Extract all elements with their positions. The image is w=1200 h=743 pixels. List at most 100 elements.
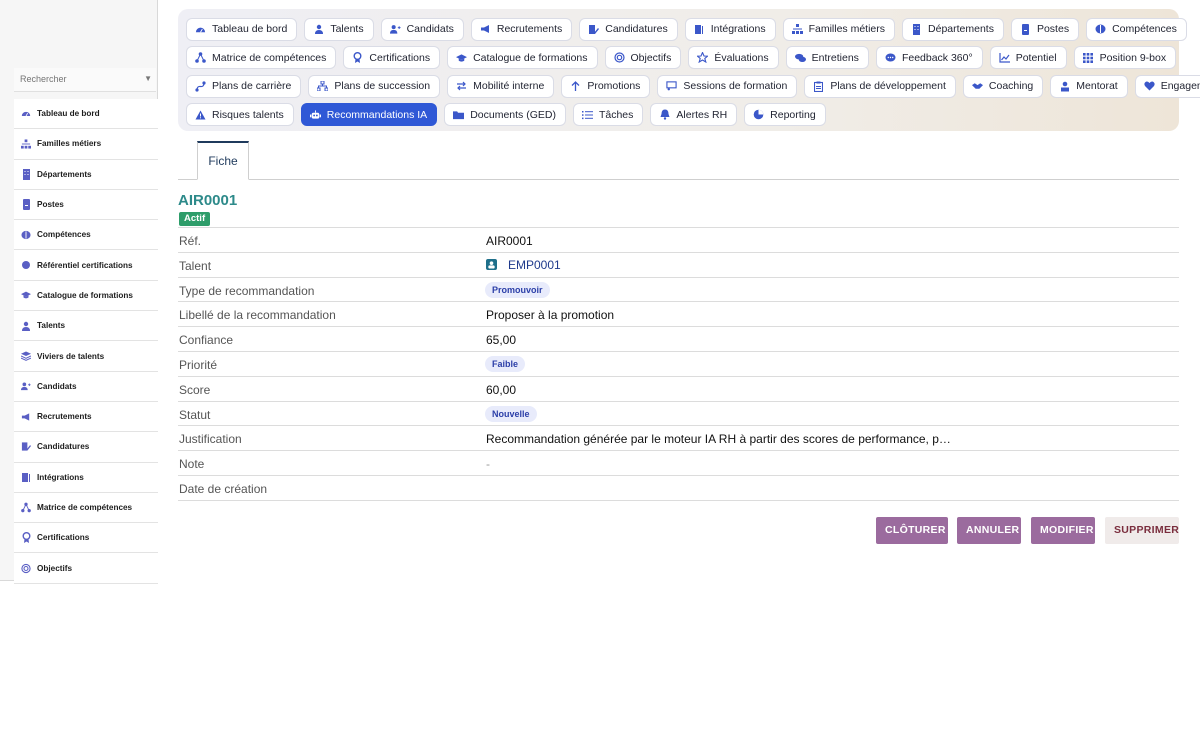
megaphone-icon	[480, 24, 491, 35]
nav-chip-door[interactable]: Intégrations	[684, 17, 776, 41]
sidebar-item-dashboard[interactable]: Tableau de bord	[14, 99, 158, 130]
nav-chip-label: Sessions de formation	[683, 80, 788, 93]
nav-chip-robot[interactable]: Recommandations IA	[300, 103, 438, 127]
nav-chip-comments[interactable]: Entretiens	[785, 46, 869, 70]
nav-chip-network[interactable]: Matrice de compétences	[186, 46, 337, 70]
nav-chip-target[interactable]: Objectifs	[604, 46, 682, 70]
sidebar-item-megaphone[interactable]: Recrutements	[14, 401, 158, 433]
nav-chip-heart[interactable]: Engagement	[1134, 74, 1200, 98]
graduation-icon	[456, 52, 468, 63]
sidebar-item-label: Matrice de compétences	[37, 503, 133, 512]
pie-icon	[753, 109, 764, 120]
nav-chip-route[interactable]: Plans de carrière	[186, 74, 302, 98]
priority-pill: Faible	[485, 355, 526, 372]
sidebar-item-door[interactable]: Intégrations	[14, 462, 158, 493]
graduation-icon	[21, 290, 31, 300]
chevron-down-icon[interactable]: ▼	[144, 74, 152, 83]
route-icon	[195, 81, 206, 92]
close-record-button[interactable]: CLÔTURER	[876, 517, 948, 544]
nav-chip-badge[interactable]: Postes	[1010, 17, 1080, 41]
sidebar-item-label: Référentiel certifications	[37, 260, 133, 270]
nav-chip-presentation[interactable]: Sessions de formation	[657, 74, 798, 98]
nav-chip-label: Engagement	[1160, 80, 1200, 93]
nav-chip-label: Plans de développement	[830, 80, 946, 93]
sidebar-item-label: Talents	[37, 321, 66, 331]
nav-chip-graduation[interactable]: Catalogue de formations	[447, 46, 598, 70]
sidebar-item-hierarchy[interactable]: Familles métiers	[14, 129, 158, 160]
hierarchy-icon	[21, 139, 31, 149]
network-icon	[21, 502, 31, 513]
delete-button[interactable]: SUPPRIMER	[1105, 517, 1179, 544]
nav-chip-star[interactable]: Évaluations	[688, 46, 779, 70]
badge-icon	[1020, 23, 1031, 35]
sidebar-item-layers[interactable]: Viviers de talents	[14, 341, 158, 372]
sidebar-item-user-plus[interactable]: Candidats	[14, 371, 158, 402]
sidebar-item-label: Familles métiers	[37, 139, 102, 149]
nav-chip-user[interactable]: Talents	[304, 17, 374, 41]
nav-chip-brain[interactable]: Compétences	[1086, 17, 1187, 41]
field-justification: Justification Recommandation générée par…	[178, 426, 1179, 452]
nav-chip-arrow-up[interactable]: Promotions	[561, 74, 651, 98]
presentation-icon	[666, 81, 678, 92]
sitemap-icon	[317, 81, 329, 92]
badge-icon	[21, 199, 31, 211]
dashboard-icon	[21, 109, 31, 119]
nav-chip-comment[interactable]: Feedback 360°	[875, 46, 983, 70]
brain-icon	[21, 230, 31, 240]
nav-chip-building[interactable]: Départements	[902, 17, 1004, 41]
sidebar-item-graduation[interactable]: Catalogue de formations	[14, 280, 158, 312]
award-icon	[21, 532, 31, 544]
record-title: AIR0001	[178, 192, 238, 209]
sidebar-search-input[interactable]	[14, 68, 134, 90]
cancel-button[interactable]: ANNULER	[957, 517, 1021, 544]
sidebar-item-award[interactable]: Certifications	[14, 523, 158, 554]
nav-chip-hierarchy[interactable]: Familles métiers	[782, 17, 896, 41]
sidebar-item-target[interactable]: Objectifs	[14, 553, 158, 584]
field-label: Date de création	[179, 481, 268, 496]
comment-icon	[885, 52, 896, 63]
sidebar-item-building[interactable]: Départements	[14, 159, 158, 190]
tab-fiche[interactable]: Fiche	[197, 141, 249, 180]
nav-chip-list[interactable]: Tâches	[572, 103, 644, 127]
sidebar-item-network[interactable]: Matrice de compétences	[14, 492, 158, 524]
nav-chip-clipboard[interactable]: Plans de développement	[804, 74, 956, 98]
nav-chip-megaphone[interactable]: Recrutements	[470, 17, 573, 41]
nav-chip-dashboard[interactable]: Tableau de bord	[186, 17, 298, 41]
user-avatar-icon	[486, 259, 497, 271]
sidebar-item-label: Viviers de talents	[37, 351, 105, 361]
nav-chip-chart-line[interactable]: Potentiel	[989, 46, 1067, 70]
sidebar-item-user[interactable]: Talents	[14, 311, 158, 342]
mentor-icon	[1059, 81, 1070, 92]
type-pill: Promouvoir	[485, 281, 550, 298]
nav-chip-folder[interactable]: Documents (GED)	[444, 103, 566, 127]
file-pen-icon	[588, 24, 600, 35]
nav-chip-user-plus[interactable]: Candidats	[380, 17, 464, 41]
talent-link[interactable]: EMP0001	[486, 258, 561, 272]
file-pen-icon	[21, 442, 31, 452]
nav-chip-sitemap[interactable]: Plans de succession	[308, 74, 441, 98]
edit-button[interactable]: MODIFIER	[1031, 517, 1095, 544]
sidebar-item-brain[interactable]: Compétences	[14, 220, 158, 251]
nav-chip-bell[interactable]: Alertes RH	[650, 103, 738, 127]
sidebar-item-certificate[interactable]: Référentiel certifications	[14, 250, 158, 281]
nav-row: Plans de carrière Plans de succession Mobi…	[186, 72, 1200, 101]
sidebar-search[interactable]: ▼	[14, 68, 156, 92]
nav-chip-pie[interactable]: Reporting	[744, 103, 826, 127]
nav-chip-handshake[interactable]: Coaching	[962, 74, 1044, 98]
nav-chip-grid[interactable]: Position 9-box	[1073, 46, 1177, 70]
robot-icon	[309, 109, 321, 120]
talent-link-label[interactable]: EMP0001	[508, 258, 561, 272]
nav-chip-award[interactable]: Certifications	[343, 46, 441, 70]
nav-chip-label: Mobilité interne	[473, 80, 545, 93]
nav-chip-warning[interactable]: Risques talents	[186, 103, 294, 127]
nav-chip-mentor[interactable]: Mentorat	[1050, 74, 1128, 98]
sidebar-item-badge[interactable]: Postes	[14, 189, 158, 221]
field-label: Libellé de la recommandation	[179, 308, 336, 323]
nav-chip-swap[interactable]: Mobilité interne	[447, 74, 555, 98]
sidebar-item-label: Intégrations	[37, 472, 84, 482]
nav-chip-file-pen[interactable]: Candidatures	[579, 17, 678, 41]
sidebar-item-label: Postes	[37, 200, 64, 210]
nav-chip-label: Documents (GED)	[470, 108, 556, 121]
sidebar-item-file-pen[interactable]: Candidatures	[14, 432, 158, 463]
field-value: 65,00	[486, 333, 517, 348]
